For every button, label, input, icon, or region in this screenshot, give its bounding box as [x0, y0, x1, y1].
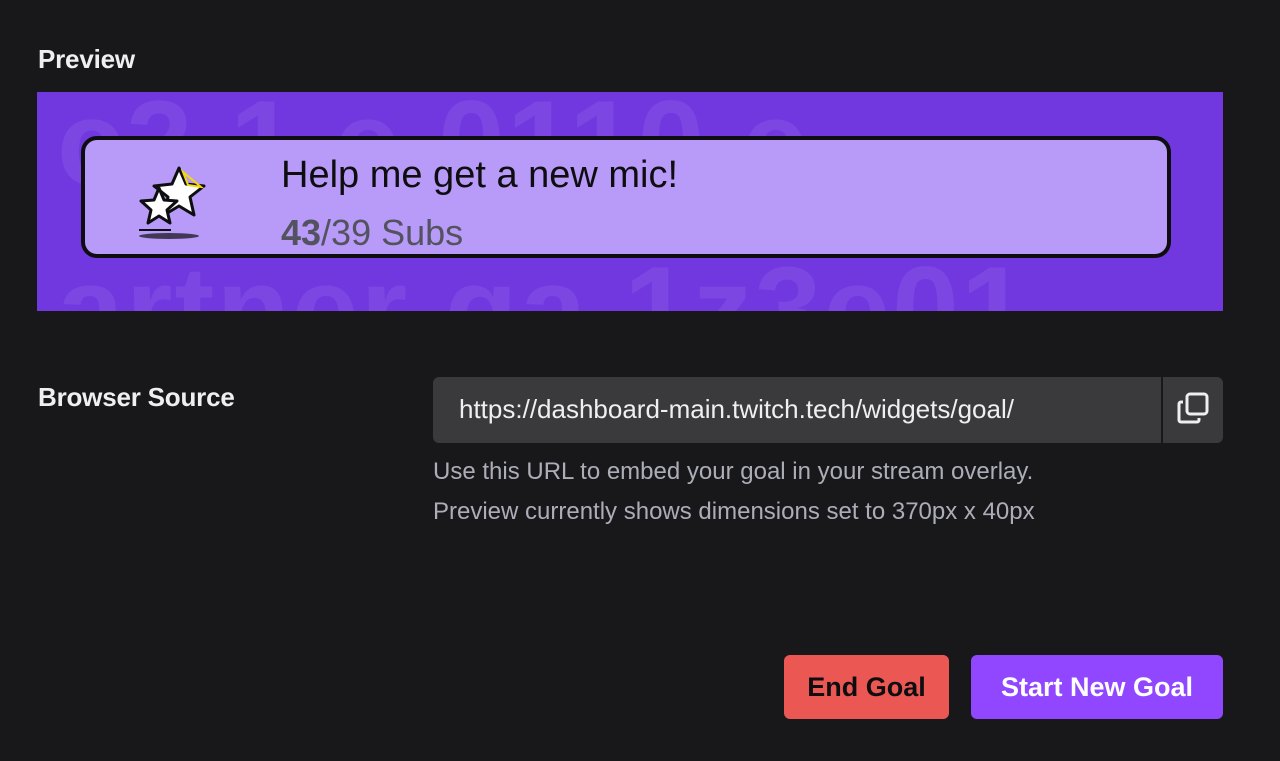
- browser-source-section-title: Browser Source: [38, 382, 235, 412]
- goal-title: Help me get a new mic!: [281, 154, 679, 196]
- stars-icon: [131, 160, 215, 244]
- browser-source-url-text[interactable]: https://dashboard-main.twitch.tech/widge…: [459, 394, 1149, 425]
- goal-settings-page: Preview c2 1 e 0110 e artner ga 1z3e01 H…: [0, 0, 1280, 761]
- goal-current-count: 43: [281, 212, 322, 253]
- preview-section-title: Preview: [38, 44, 135, 74]
- goal-target-label: /39 Subs: [321, 212, 464, 253]
- browser-source-help-line-2: Preview currently shows dimensions set t…: [433, 498, 1035, 525]
- goal-preview-panel: c2 1 e 0110 e artner ga 1z3e01 Help me g…: [37, 92, 1223, 311]
- browser-source-url-field[interactable]: https://dashboard-main.twitch.tech/widge…: [433, 377, 1223, 443]
- start-new-goal-button[interactable]: Start New Goal: [971, 655, 1223, 719]
- goal-progress: 43/39 Subs: [281, 212, 463, 254]
- browser-source-help-line-1: Use this URL to embed your goal in your …: [433, 458, 1034, 485]
- copy-icon: [1176, 391, 1210, 430]
- end-goal-button[interactable]: End Goal: [784, 655, 949, 719]
- goal-card: Help me get a new mic! 43/39 Subs: [81, 136, 1171, 258]
- copy-url-button[interactable]: [1161, 377, 1223, 443]
